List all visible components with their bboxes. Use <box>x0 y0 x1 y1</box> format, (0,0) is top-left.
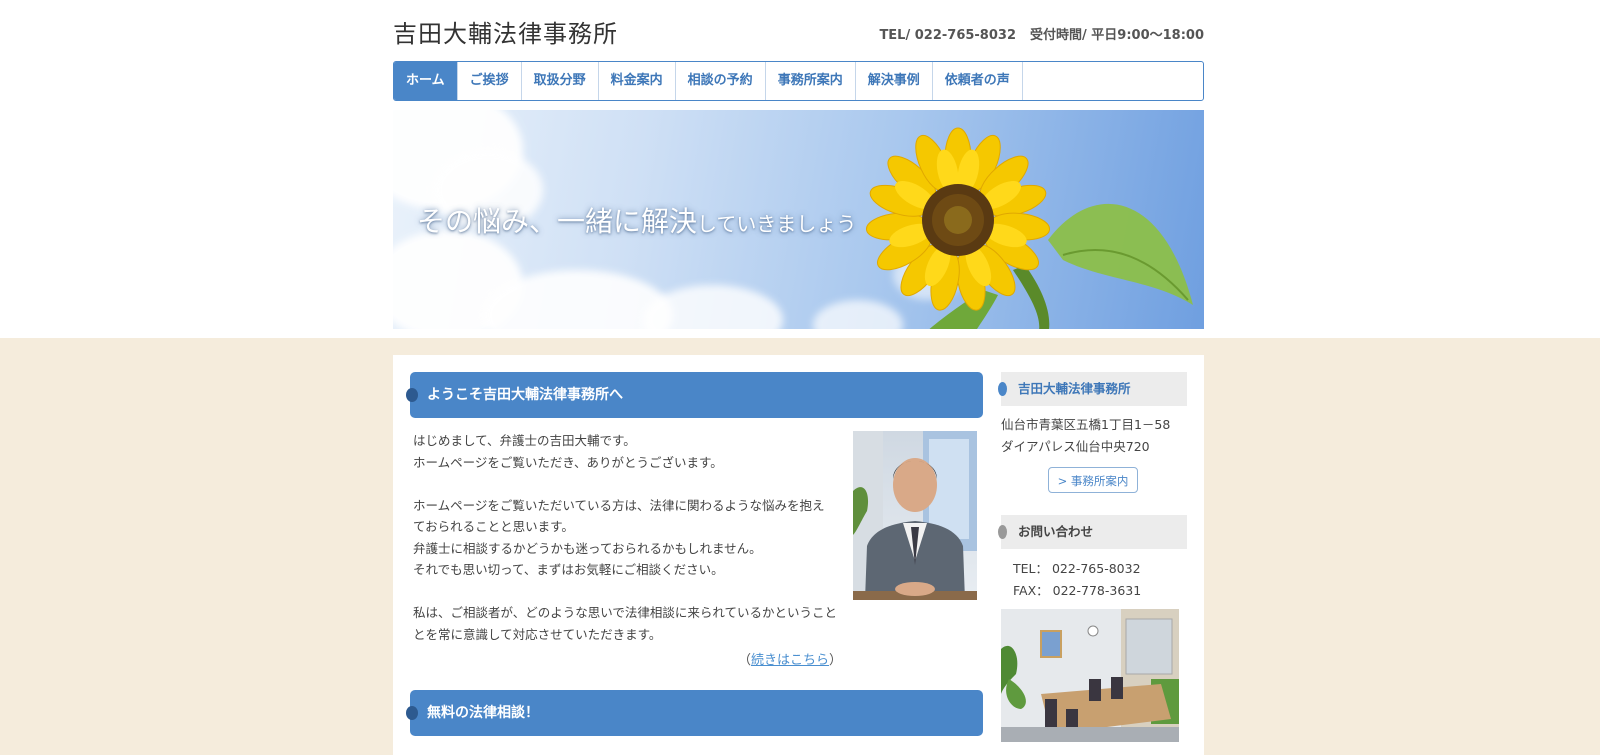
address-line: 仙台市青葉区五橋1丁目1－58 <box>1001 417 1171 432</box>
sidebar-office-heading: 吉田大輔法律事務所 <box>998 372 1187 406</box>
header-hours: 受付時間/ 平日9:00〜18:00 <box>1030 28 1204 43</box>
header-tel: TEL/ 022-765-8032 <box>879 28 1016 43</box>
nav-item-testimonials[interactable]: 依頼者の声 <box>933 62 1023 100</box>
sunflower-image <box>865 127 1193 329</box>
nav-item-home[interactable]: ホーム <box>394 62 458 100</box>
intro-line: とを常に意識して対応させていただきます。 <box>413 626 662 642</box>
hero-tagline-sub: していきましょう <box>697 212 857 236</box>
office-info-button[interactable]: > 事務所案内 <box>1048 467 1138 493</box>
intro-line: それでも思い切って、まずはお気軽にご相談ください。 <box>413 562 724 577</box>
address-line: ダイアパレス仙台中央720 <box>1001 439 1150 454</box>
nav-item-cases[interactable]: 解決事例 <box>856 62 933 100</box>
intro-line: ておられることと思います。 <box>413 519 574 534</box>
header-contact-info: TEL/ 022-765-8032 受付時間/ 平日9:00〜18:00 <box>879 24 1204 43</box>
global-nav: ホーム ご挨拶 取扱分野 料金案内 相談の予約 事務所案内 解決事例 依頼者の声 <box>393 61 1204 101</box>
hero-tagline-main: その悩み、一緒に解決 <box>417 205 698 238</box>
read-more: （続きはこちら） <box>738 649 842 668</box>
hero-banner: その悩み、一緒に解決していきましょう <box>393 110 1204 329</box>
contact-tel: TEL： 022-765-8032 <box>1013 558 1141 580</box>
read-more-close: ） <box>829 653 843 668</box>
intro-line: はじめまして、弁護士の吉田大輔です。 <box>413 433 636 448</box>
contact-info: TEL： 022-765-8032 FAX： 022-778-3631 <box>1013 558 1141 602</box>
intro-line: 私は、ご相談者が、どのような思いで法律相談に来られているかということ <box>413 605 838 620</box>
intro-line: ホームページをご覧いただき、ありがとうございます。 <box>413 454 723 470</box>
office-photo <box>1001 609 1179 742</box>
site-title[interactable]: 吉田大輔法律事務所 <box>393 14 618 49</box>
office-address: 仙台市青葉区五橋1丁目1－58 ダイアパレス仙台中央720 <box>1001 414 1170 458</box>
intro-line: 弁護士に相談するかどうかも迷っておられるかもしれません。 <box>413 540 762 556</box>
read-more-link[interactable]: 続きはこちら <box>751 653 829 668</box>
content-panel: ようこそ吉田大輔法律事務所へ はじめまして、弁護士の吉田大輔です。 ホームページ… <box>393 355 1204 755</box>
nav-item-fees[interactable]: 料金案内 <box>599 62 676 100</box>
read-more-open: （ <box>738 653 752 668</box>
nav-item-office[interactable]: 事務所案内 <box>766 62 856 100</box>
sidebar-contact-heading: お問い合わせ <box>998 515 1187 549</box>
welcome-heading: ようこそ吉田大輔法律事務所へ <box>406 372 983 418</box>
tel-label: TEL： <box>1013 561 1048 576</box>
fax-label: FAX： <box>1013 583 1049 598</box>
intro-line: ホームページをご覧いただいている方は、法律に関わるような悩みを抱え <box>413 497 825 513</box>
hero-tagline: その悩み、一緒に解決していきましょう <box>417 200 856 240</box>
free-consultation-heading: 無料の法律相談！ <box>406 690 983 736</box>
nav-item-practice-areas[interactable]: 取扱分野 <box>522 62 599 100</box>
contact-fax: FAX： 022-778-3631 <box>1013 580 1141 602</box>
tel-value: 022-765-8032 <box>1051 561 1141 576</box>
lawyer-portrait <box>853 431 977 600</box>
nav-item-greeting[interactable]: ご挨拶 <box>458 62 522 100</box>
fax-value: 022-778-3631 <box>1052 583 1142 598</box>
intro-text: はじめまして、弁護士の吉田大輔です。 ホームページをご覧いただき、ありがとうござ… <box>413 430 843 645</box>
nav-item-reservation[interactable]: 相談の予約 <box>676 62 766 100</box>
